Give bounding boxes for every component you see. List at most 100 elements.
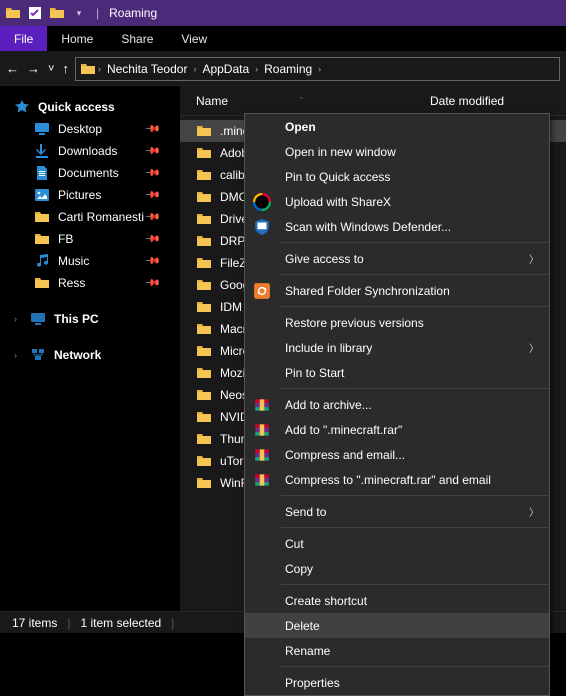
context-menu-item[interactable]: Rename (245, 638, 549, 663)
sidebar-this-pc[interactable]: › This PC (0, 308, 180, 330)
folder-icon (196, 299, 212, 315)
context-menu-label: Pin to Start (285, 366, 344, 380)
sidebar-item-label: FB (58, 232, 73, 246)
context-menu-item[interactable]: Compress and email... (245, 442, 549, 467)
sidebar-item[interactable]: Downloads📌 (0, 140, 180, 162)
file-tab[interactable]: File (0, 26, 47, 51)
context-menu-item[interactable]: Delete (245, 613, 549, 638)
context-menu-item[interactable]: Open in new window (245, 139, 549, 164)
chevron-right-icon: 〉 (529, 504, 539, 519)
context-menu-item[interactable]: Compress to ".minecraft.rar" and email (245, 467, 549, 492)
sidebar-item[interactable]: Music📌 (0, 250, 180, 272)
tab-home[interactable]: Home (47, 26, 107, 51)
sidebar-item[interactable]: Pictures📌 (0, 184, 180, 206)
forward-button[interactable]: → (27, 61, 40, 76)
pin-icon: 📌 (143, 121, 160, 138)
context-menu-label: Add to ".minecraft.rar" (285, 423, 402, 437)
folder-icon (196, 453, 212, 469)
sidebar-item[interactable]: Desktop📌 (0, 118, 180, 140)
context-menu-label: Give access to (285, 252, 364, 266)
sidebar-quick-access[interactable]: Quick access (0, 96, 180, 118)
folder-icon (196, 255, 212, 271)
recent-dropdown[interactable]: ˅ (48, 63, 54, 75)
folder-icon (196, 409, 212, 425)
back-button[interactable]: ← (6, 61, 19, 76)
chevron-down-icon[interactable]: ▾ (70, 4, 88, 22)
status-selected: 1 item selected (80, 616, 161, 630)
tab-view[interactable]: View (167, 26, 221, 51)
sidebar-network[interactable]: › Network (0, 344, 180, 366)
column-headers[interactable]: Name ˆ Date modified (180, 86, 566, 116)
menu-separator (281, 274, 549, 275)
address-bar[interactable]: › Nechita Teodor › AppData › Roaming › (75, 57, 560, 81)
context-menu-label: Open in new window (285, 145, 396, 159)
sidebar-item[interactable]: Carti Romanesti📌 (0, 206, 180, 228)
folder-icon (80, 61, 96, 77)
desktop-icon (34, 121, 50, 137)
chevron-right-icon[interactable]: › (98, 64, 101, 74)
breadcrumb[interactable]: Roaming (260, 62, 316, 76)
star-icon (14, 99, 30, 115)
context-menu-item[interactable]: Create shortcut (245, 588, 549, 613)
menu-separator (281, 388, 549, 389)
sharex-icon (253, 193, 271, 211)
context-menu-item[interactable]: Open (245, 114, 549, 139)
folder-icon (196, 277, 212, 293)
breadcrumb[interactable]: Nechita Teodor (103, 62, 192, 76)
folder-icon (196, 431, 212, 447)
chevron-right-icon[interactable]: › (14, 350, 22, 360)
sidebar-item[interactable]: Ress📌 (0, 272, 180, 294)
sidebar-item-label: Pictures (58, 188, 101, 202)
sidebar-item[interactable]: Documents📌 (0, 162, 180, 184)
sidebar-item[interactable]: FB📌 (0, 228, 180, 250)
pin-icon: 📌 (143, 165, 160, 182)
breadcrumb[interactable]: AppData (198, 62, 253, 76)
defender-icon (253, 218, 271, 236)
pin-icon: 📌 (143, 209, 160, 226)
winrar-icon (253, 446, 271, 464)
sidebar-item-label: Carti Romanesti (58, 210, 144, 224)
folder-icon (196, 387, 212, 403)
documents-icon (34, 165, 50, 181)
context-menu-item[interactable]: Upload with ShareX (245, 189, 549, 214)
navigation-bar: ← → ˅ ↑ › Nechita Teodor › AppData › Roa… (0, 52, 566, 86)
context-menu-item[interactable]: Properties (245, 670, 549, 695)
context-menu-item[interactable]: Cut (245, 531, 549, 556)
context-menu-item[interactable]: Copy (245, 556, 549, 581)
chevron-right-icon[interactable]: › (318, 64, 321, 74)
context-menu-item[interactable]: Add to ".minecraft.rar" (245, 417, 549, 442)
column-date[interactable]: Date modified (430, 94, 504, 108)
context-menu-label: Send to (285, 505, 326, 519)
chevron-right-icon: 〉 (529, 251, 539, 266)
properties-icon[interactable] (26, 4, 44, 22)
context-menu-item[interactable]: Pin to Quick access (245, 164, 549, 189)
context-menu-item[interactable]: Pin to Start (245, 360, 549, 385)
folder-icon (4, 4, 22, 22)
context-menu-label: Open (285, 120, 316, 134)
folder-icon (196, 365, 212, 381)
folder-icon (196, 189, 212, 205)
chevron-right-icon[interactable]: › (255, 64, 258, 74)
folder-icon (196, 211, 212, 227)
context-menu-item[interactable]: Scan with Windows Defender... (245, 214, 549, 239)
title-bar: ▾ | Roaming (0, 0, 566, 26)
context-menu-label: Upload with ShareX (285, 195, 391, 209)
quick-access-toolbar: ▾ | (4, 4, 103, 22)
context-menu-item[interactable]: Shared Folder Synchronization (245, 278, 549, 303)
up-button[interactable]: ↑ (62, 61, 69, 76)
context-menu-item[interactable]: Give access to 〉 (245, 246, 549, 271)
chevron-right-icon[interactable]: › (193, 64, 196, 74)
column-name[interactable]: Name (196, 94, 396, 108)
context-menu-label: Shared Folder Synchronization (285, 284, 450, 298)
navigation-pane: Quick access Desktop📌Downloads📌Documents… (0, 86, 180, 611)
menu-separator (281, 495, 549, 496)
context-menu: Open Open in new window Pin to Quick acces… (244, 113, 550, 696)
downloads-icon (34, 143, 50, 159)
context-menu-item[interactable]: Add to archive... (245, 392, 549, 417)
chevron-right-icon[interactable]: › (14, 314, 22, 324)
context-menu-item[interactable]: Include in library〉 (245, 335, 549, 360)
context-menu-item[interactable]: Restore previous versions (245, 310, 549, 335)
context-menu-item[interactable]: Send to 〉 (245, 499, 549, 524)
context-menu-label: Create shortcut (285, 594, 367, 608)
tab-share[interactable]: Share (107, 26, 167, 51)
